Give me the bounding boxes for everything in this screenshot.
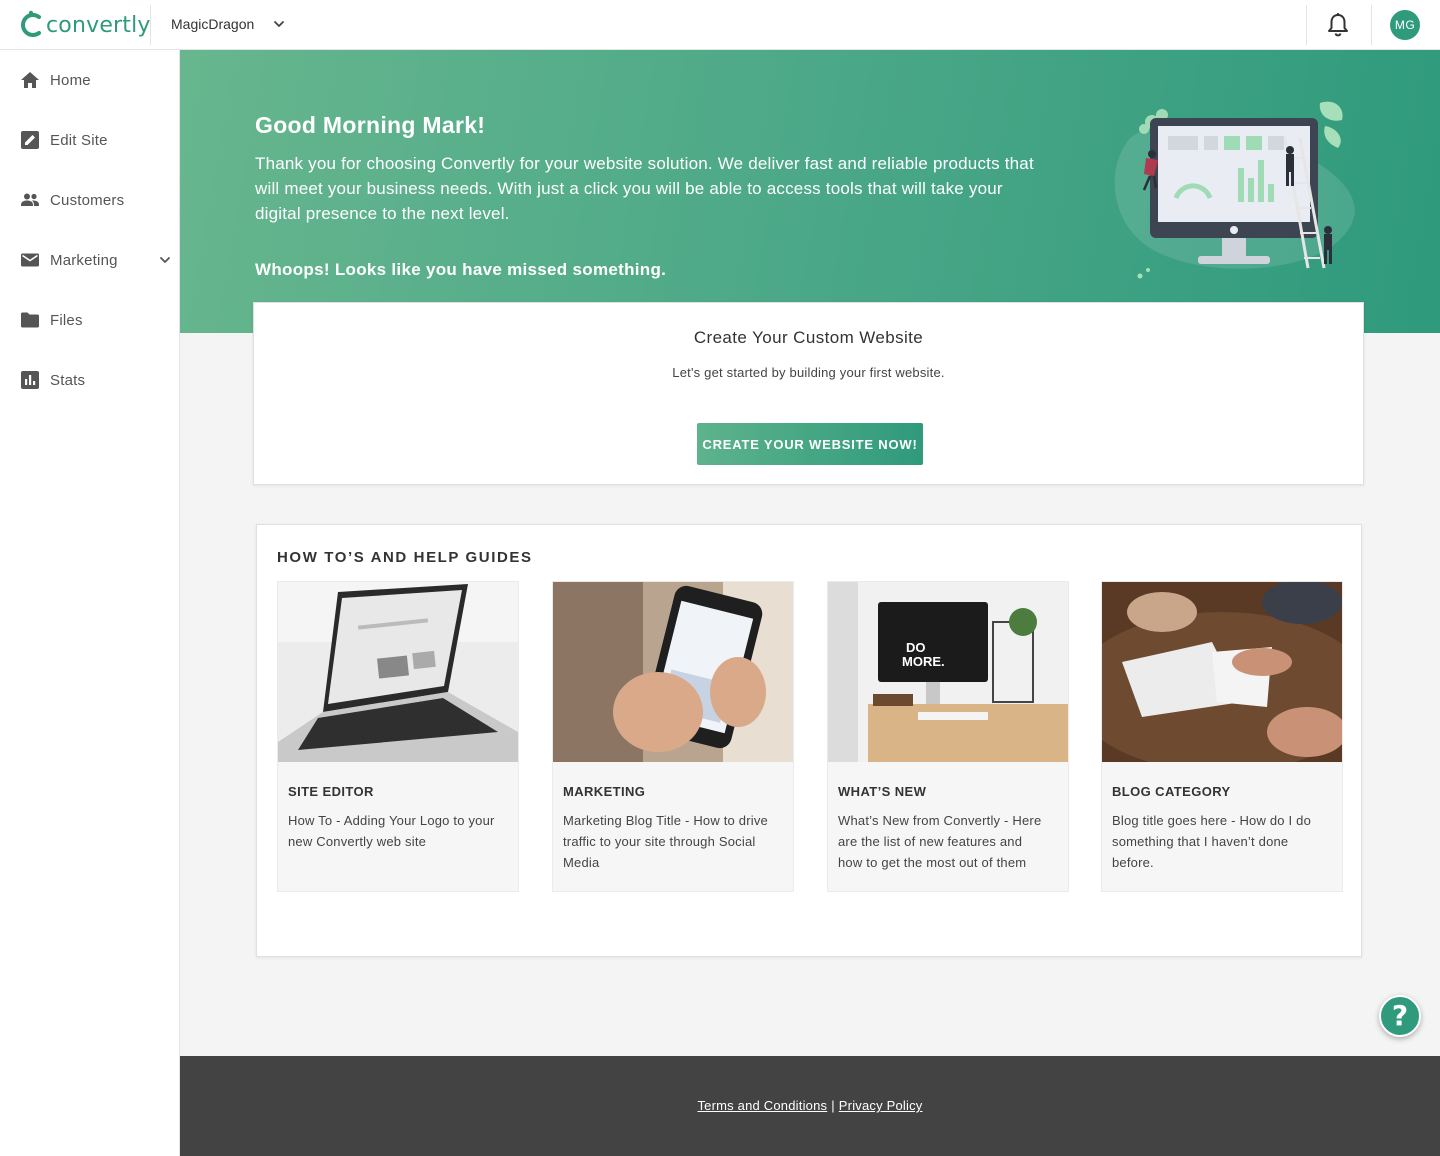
logo-text: convertly [46,12,151,38]
guide-title: Blog title goes here - How do I do somet… [1112,813,1312,870]
guide-category: BLOG CATEGORY [1112,784,1231,799]
create-website-title: Create Your Custom Website [693,328,924,347]
logo-mark-icon [21,10,41,37]
sidebar-item-label: Marketing [50,251,118,269]
sidebar-item-edit-site[interactable]: Edit Site [0,120,180,160]
guide-card-marketing[interactable]: MARKETING Marketing Blog Title - How to … [552,581,794,892]
divider [1306,5,1307,45]
site-name: MagicDragon [171,16,255,32]
convertly-logo[interactable]: convertly [18,8,151,42]
bell-icon[interactable] [1325,12,1351,38]
guide-title: What’s New from Convertly - Here are the… [838,813,1042,870]
greeting-heading: Good Morning Mark! [255,112,486,138]
bar-chart-icon [21,371,39,389]
footer-separator: | [831,1098,835,1113]
help-guides-panel: HOW TO’S AND HELP GUIDES SITE EDITOR How… [256,524,1362,957]
site-switcher[interactable]: MagicDragon [171,16,286,32]
sidebar-item-label: Files [50,311,83,329]
guide-card-blog-category[interactable]: BLOG CATEGORY Blog title goes here - How… [1101,581,1343,892]
intro-text: Thank you for choosing Convertly for you… [255,154,1034,223]
sidebar: Home Edit Site Customers Marketing Files [0,50,180,1156]
phone-photo-icon [553,582,793,762]
guide-category: WHAT’S NEW [838,784,927,799]
svg-text:MORE.: MORE. [902,654,945,669]
sidebar-item-home[interactable]: Home [0,60,180,100]
help-button[interactable]: ? [1379,995,1421,1037]
laptop-photo-icon [278,582,518,762]
guide-title: Marketing Blog Title - How to drive traf… [563,813,768,870]
sidebar-item-label: Stats [50,371,86,389]
meeting-photo-icon [1102,582,1342,762]
svg-text:DO: DO [906,640,926,655]
folder-icon [21,312,39,328]
welcome-banner: Good Morning Mark! Thank you for choosin… [180,50,1440,333]
guide-card-whats-new[interactable]: DO MORE. WHAT’S NEW What’s New from Conv… [827,581,1069,892]
privacy-link[interactable]: Privacy Policy [839,1098,923,1113]
create-website-button[interactable]: CREATE YOUR WEBSITE NOW! [697,423,923,465]
guide-title: How To - Adding Your Logo to your new Co… [288,813,495,849]
chevron-down-icon [274,21,285,27]
sidebar-item-label: Customers [50,191,125,209]
missed-something-text: Whoops! Looks like you have missed somet… [255,260,667,279]
divider [1371,5,1372,45]
terms-link[interactable]: Terms and Conditions [697,1098,827,1113]
computer-illustration-icon [1114,101,1355,279]
footer-links: Terms and Conditions | Privacy Policy [180,1098,1440,1113]
sidebar-item-stats[interactable]: Stats [0,360,180,400]
sidebar-item-label: Edit Site [50,131,108,149]
edit-icon [21,131,39,149]
sidebar-item-label: Home [50,71,91,89]
guide-category: MARKETING [563,784,646,799]
people-icon [21,193,39,206]
sidebar-item-customers[interactable]: Customers [0,180,180,220]
top-bar: convertly MagicDragon MG [0,0,1440,50]
mail-icon [21,253,39,267]
desk-photo-icon: DO MORE. [828,582,1068,762]
chevron-down-icon[interactable] [158,253,172,267]
help-guides-heading: HOW TO’S AND HELP GUIDES [277,549,533,566]
footer: Terms and Conditions | Privacy Policy [180,1056,1440,1156]
create-website-subtitle: Let's get started by building your first… [672,365,945,380]
sidebar-item-marketing[interactable]: Marketing [0,240,180,280]
create-website-card: Create Your Custom Website Let's get sta… [253,302,1364,485]
guide-category: SITE EDITOR [288,784,374,799]
guide-card-site-editor[interactable]: SITE EDITOR How To - Adding Your Logo to… [277,581,519,892]
home-icon [21,72,39,88]
divider [150,5,151,45]
avatar[interactable]: MG [1390,10,1420,40]
sidebar-item-files[interactable]: Files [0,300,180,340]
